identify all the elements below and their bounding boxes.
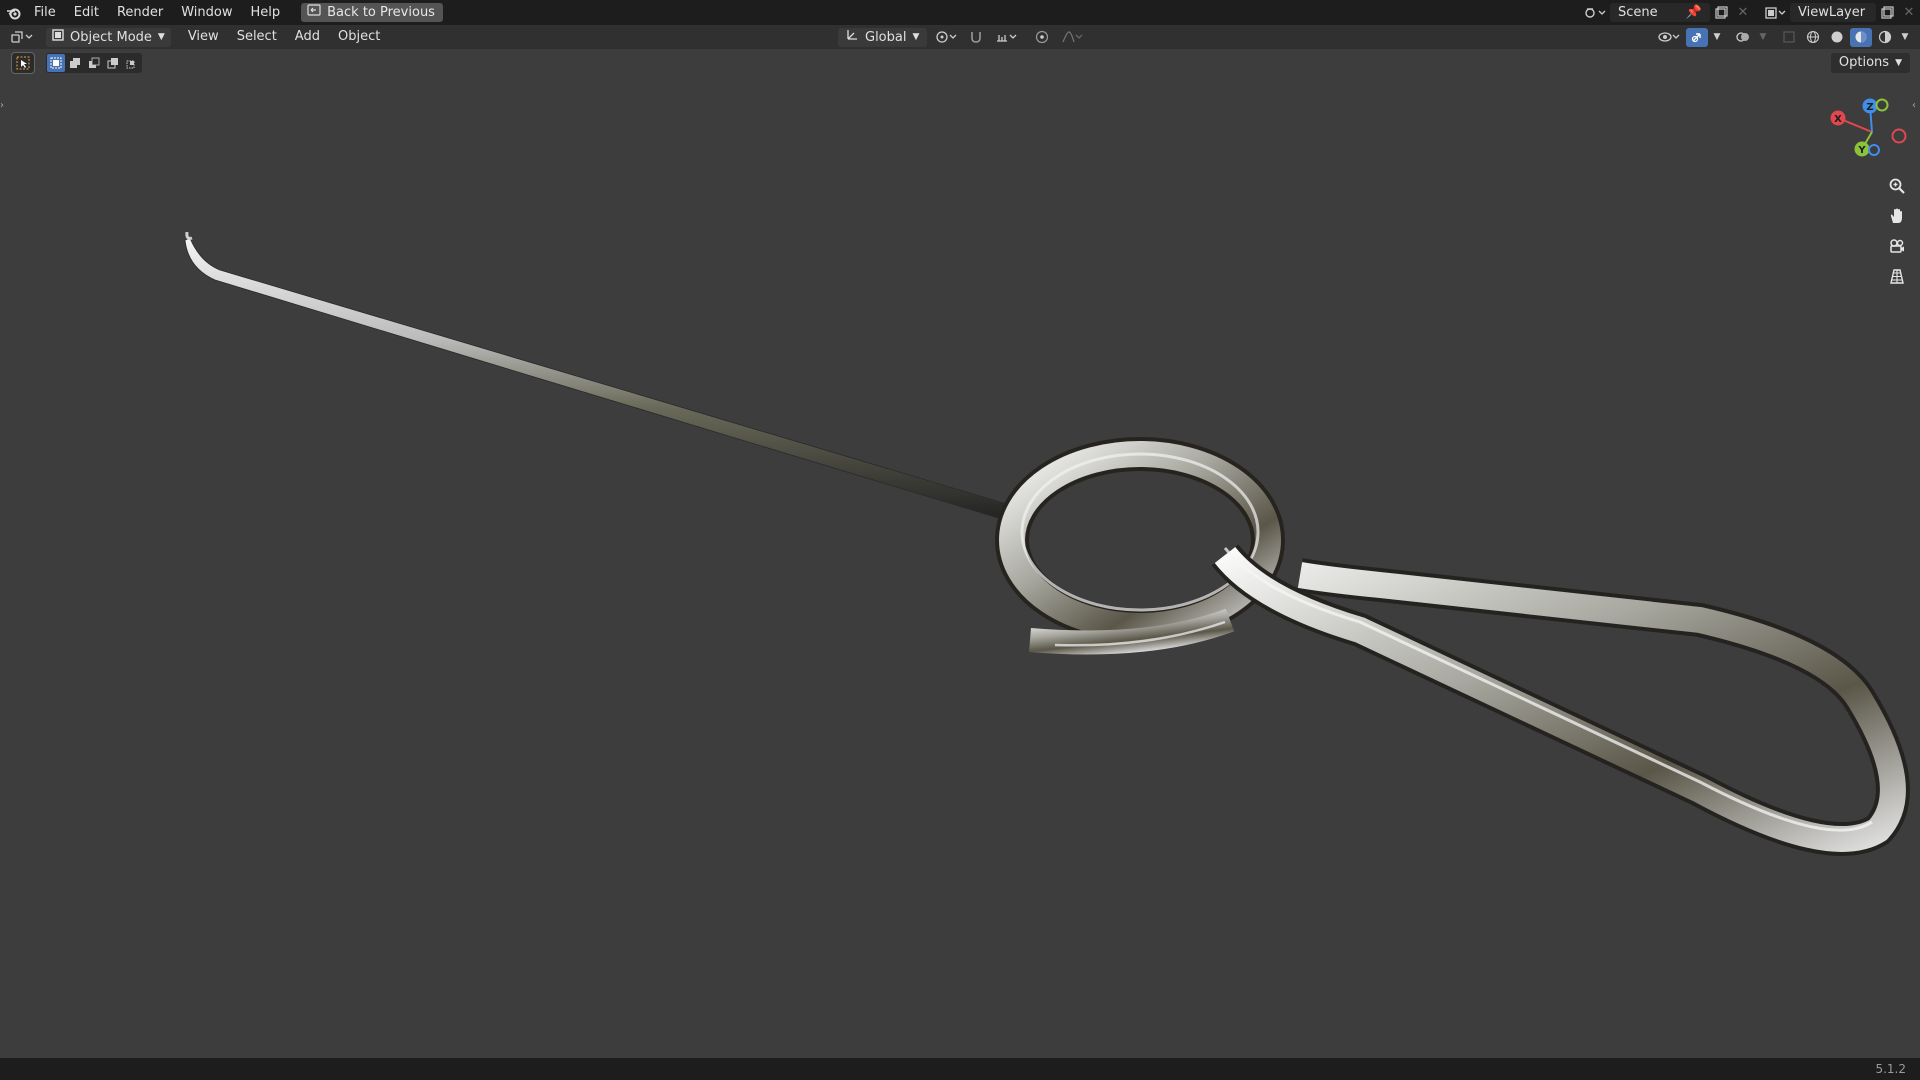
perspective-grid-icon[interactable]: [1884, 264, 1910, 288]
z-axis-label: Z: [1866, 102, 1873, 113]
transform-tools: Global ▼: [838, 25, 1087, 49]
extend-selection-icon[interactable]: [66, 54, 84, 72]
tool-settings-row: [11, 52, 142, 74]
status-bar: 5.1.2: [0, 1058, 1920, 1080]
solid-shading-icon[interactable]: [1826, 28, 1848, 47]
new-view-layer-icon[interactable]: [1876, 3, 1898, 22]
navigation-buttons: [1884, 174, 1910, 288]
set-new-selection-icon[interactable]: [47, 54, 65, 72]
chevron-down-icon[interactable]: ▼: [1710, 28, 1724, 47]
menu-add[interactable]: Add: [286, 25, 329, 49]
snap-target-icon[interactable]: [991, 28, 1021, 47]
new-scene-icon[interactable]: [1710, 3, 1732, 22]
menu-render[interactable]: Render: [108, 0, 172, 25]
overlays-toggle-icon[interactable]: [1732, 28, 1754, 47]
xray-toggle-icon[interactable]: [1778, 28, 1800, 47]
version-label: 5.1.2: [1875, 1062, 1906, 1076]
rendered-shading-icon[interactable]: [1874, 28, 1896, 47]
view-layer-name: ViewLayer: [1798, 5, 1866, 20]
y-axis-label: Y: [1857, 145, 1866, 156]
orientation-axes-icon: [846, 28, 859, 47]
gizmo-toggle-icon[interactable]: [1686, 27, 1708, 47]
chevron-down-icon[interactable]: ▼: [1756, 28, 1770, 47]
screen-back-icon: [307, 3, 321, 22]
transform-orientation-dropdown[interactable]: Global ▼: [838, 27, 928, 47]
top-right-controls: Scene 📌 ✕ ViewLayer ✕: [1580, 0, 1920, 25]
object-mode-icon: [52, 28, 64, 47]
intersect-selection-icon[interactable]: [123, 54, 141, 72]
object-visibility-icon[interactable]: [1654, 28, 1684, 47]
menu-help[interactable]: Help: [242, 0, 290, 25]
chevron-down-icon: ▼: [157, 31, 165, 42]
view-layer-name-field[interactable]: ViewLayer: [1790, 3, 1876, 22]
menu-select[interactable]: Select: [228, 25, 286, 49]
material-preview-shading-icon[interactable]: [1850, 27, 1872, 47]
menu-view[interactable]: View: [179, 25, 228, 49]
back-to-previous-button[interactable]: Back to Previous: [301, 3, 443, 22]
options-dropdown[interactable]: Options ▼: [1830, 53, 1910, 73]
menu-window[interactable]: Window: [172, 0, 241, 25]
mode-label: Object Mode: [70, 29, 152, 45]
viewport-display-tools: ▼ ▼ ▼: [1654, 25, 1912, 49]
back-to-previous-label: Back to Previous: [327, 5, 435, 20]
menu-edit[interactable]: Edit: [65, 0, 108, 25]
camera-view-icon[interactable]: [1884, 234, 1910, 258]
invert-selection-icon[interactable]: [104, 54, 122, 72]
delete-scene-icon[interactable]: ✕: [1732, 3, 1754, 22]
falloff-curve-icon[interactable]: [1057, 28, 1087, 47]
scene-selector-icon[interactable]: [1580, 3, 1610, 22]
chevron-down-icon: ▼: [1895, 58, 1902, 68]
subtract-selection-icon[interactable]: [85, 54, 103, 72]
pan-hand-icon[interactable]: [1884, 204, 1910, 228]
scene-name: Scene: [1618, 5, 1658, 20]
zoom-icon[interactable]: [1884, 174, 1910, 198]
delete-view-layer-icon[interactable]: ✕: [1898, 3, 1920, 22]
toolbar-expand-arrow[interactable]: ›: [0, 100, 8, 116]
viewport-model: [184, 231, 1910, 856]
neg-y-axis-ball[interactable]: [1875, 98, 1889, 112]
orientation-label: Global: [865, 29, 907, 45]
mode-dropdown[interactable]: Object Mode ▼: [46, 27, 171, 47]
x-axis-label: X: [1834, 114, 1842, 125]
select-tool-button[interactable]: [11, 52, 35, 74]
options-label: Options: [1838, 55, 1890, 70]
chevron-down-icon[interactable]: ▼: [1898, 28, 1912, 47]
editor-type-icon[interactable]: [6, 28, 38, 47]
menu-object[interactable]: Object: [329, 25, 389, 49]
pin-icon[interactable]: 📌: [1686, 3, 1702, 22]
selection-mode-group: [46, 53, 142, 73]
top-menubar: File Edit Render Window Help Back to Pre…: [0, 0, 1920, 25]
blender-logo-icon[interactable]: [3, 3, 25, 22]
snap-toggle-icon[interactable]: [965, 28, 987, 47]
view-layer-selector-icon[interactable]: [1760, 3, 1790, 22]
scene-name-field[interactable]: Scene 📌: [1610, 3, 1710, 22]
menu-file[interactable]: File: [25, 0, 65, 25]
chevron-down-icon: ▼: [912, 31, 920, 42]
wireframe-shading-icon[interactable]: [1802, 28, 1824, 47]
neg-x-axis-ball[interactable]: [1891, 128, 1907, 144]
neg-z-axis-ball[interactable]: [1868, 144, 1880, 156]
navigation-gizmo[interactable]: X Z Y: [1820, 94, 1916, 164]
proportional-editing-icon[interactable]: [1031, 28, 1053, 47]
pivot-point-icon[interactable]: [931, 28, 961, 47]
